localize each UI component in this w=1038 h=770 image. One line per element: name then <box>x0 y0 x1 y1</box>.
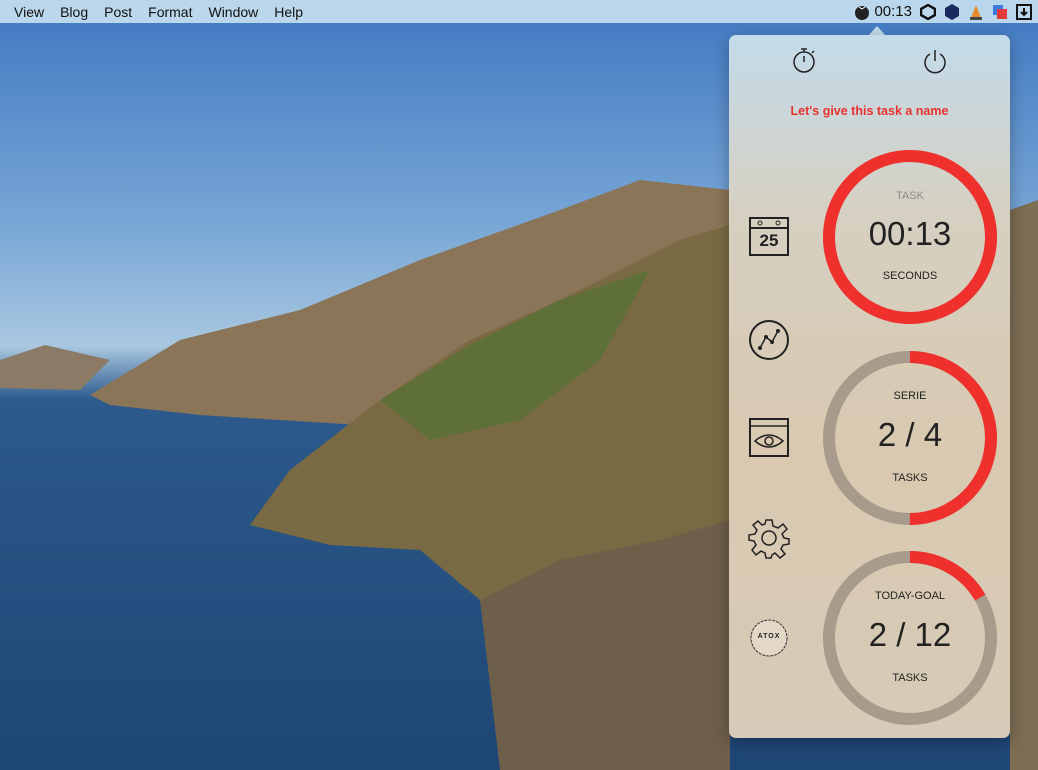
stopwatch-icon[interactable] <box>791 48 817 74</box>
timer-popover: Let's give this task a name 25 ATOX TASK… <box>729 35 1010 738</box>
ring-label: TODAY-GOAL <box>874 590 946 602</box>
task-name-prompt[interactable]: Let's give this task a name <box>729 104 1010 118</box>
menu-bar: View Blog Post Format Window Help 00:13 <box>0 0 1038 23</box>
task-timer-ring[interactable]: TASK 00:13 SECONDS <box>822 149 998 325</box>
download-icon[interactable] <box>1016 3 1032 20</box>
badge-text: ATOX <box>757 633 781 640</box>
hex-app-icon[interactable] <box>944 3 960 20</box>
today-goal-value: 2 / 12 <box>868 616 952 653</box>
menu-blog[interactable]: Blog <box>52 4 96 20</box>
ring-label: TASK <box>896 190 924 202</box>
tomato-timer-status[interactable]: 00:13 <box>854 3 912 20</box>
vlc-icon[interactable] <box>968 4 984 20</box>
menu-help[interactable]: Help <box>266 4 311 20</box>
menu-post[interactable]: Post <box>96 4 140 20</box>
ring-unit: TASKS <box>892 672 928 684</box>
tomato-icon <box>855 5 870 20</box>
stats-chart-icon[interactable] <box>748 319 790 361</box>
menu-view[interactable]: View <box>0 4 52 20</box>
menu-window[interactable]: Window <box>200 4 266 20</box>
power-icon[interactable] <box>922 48 948 74</box>
tray-timer: 00:13 <box>874 3 912 20</box>
view-window-icon[interactable] <box>748 417 790 459</box>
calendar-day: 25 <box>759 231 779 250</box>
calendar-button[interactable]: 25 <box>748 216 790 258</box>
parallels-icon[interactable] <box>992 4 1008 20</box>
today-goal-ring[interactable]: TODAY-GOAL 2 / 12 TASKS <box>822 550 998 726</box>
settings-gear-icon[interactable] <box>748 517 790 559</box>
serie-value: 2 / 4 <box>877 416 943 453</box>
ring-unit: SECONDS <box>882 270 938 282</box>
unity-icon[interactable] <box>920 3 936 20</box>
task-time-value: 00:13 <box>868 215 952 252</box>
serie-ring[interactable]: SERIE 2 / 4 TASKS <box>822 350 998 526</box>
menu-format[interactable]: Format <box>140 4 200 20</box>
status-tray: 00:13 <box>854 0 1038 23</box>
ring-label: SERIE <box>893 390 927 402</box>
ring-unit: TASKS <box>892 472 928 484</box>
atox-badge[interactable]: ATOX <box>748 617 790 659</box>
